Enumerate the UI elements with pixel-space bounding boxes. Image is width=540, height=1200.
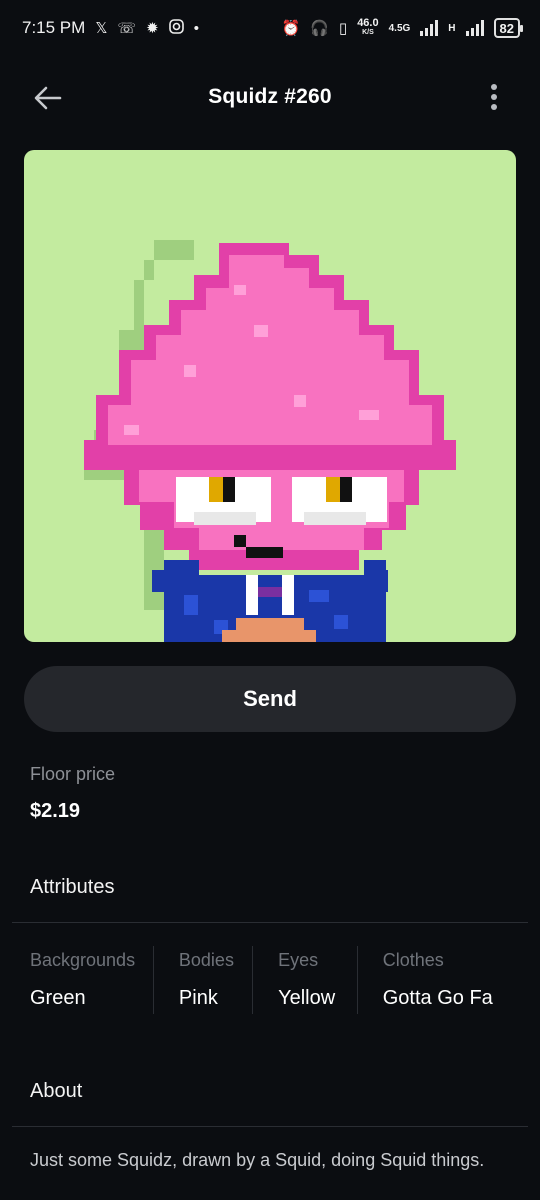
attribute-label: Eyes xyxy=(278,950,319,970)
attribute-value: Gotta Go Fa xyxy=(382,987,493,1009)
about-description: Just some Squidz, drawn by a Squid, doin… xyxy=(30,1150,485,1170)
attributes-list[interactable]: Backgrounds Green Bodies Pink Eyes Yello… xyxy=(0,946,540,1016)
attribute-label: Backgrounds xyxy=(30,950,136,970)
alarm-icon: ⏰ xyxy=(281,19,301,37)
battery-saver-icon: ▯ xyxy=(338,19,348,37)
network-type: 4.5G xyxy=(388,22,411,34)
headphones-icon: 🎧 xyxy=(310,19,329,37)
attribute-value: Green xyxy=(30,987,86,1009)
battery-level: 82 xyxy=(499,20,514,36)
attribute-label: Clothes xyxy=(382,950,444,970)
attribute-clothes[interactable]: Clothes Gotta Go Fa xyxy=(356,946,540,1014)
net-speed-unit: K/S xyxy=(362,29,374,36)
attribute-eyes[interactable]: Eyes Yellow xyxy=(252,946,357,1014)
attribute-label: Bodies xyxy=(178,950,234,970)
status-bar: 7:15 PM 𝕏 ☏ ✹ • ⏰ 🎧 ▯ 46.0 K/S 4.5G H 82 xyxy=(0,0,540,56)
arrow-left-icon xyxy=(34,86,62,110)
signal2-icon xyxy=(465,20,484,36)
signal-icon xyxy=(420,20,439,36)
attributes-divider xyxy=(12,922,528,923)
dot-icon: • xyxy=(193,19,200,37)
squid-pixel-art xyxy=(84,240,456,642)
back-button[interactable] xyxy=(30,80,66,116)
status-left: 7:15 PM 𝕏 ☏ ✹ • xyxy=(22,18,199,38)
attributes-title: Attributes xyxy=(30,876,115,898)
clock: 7:15 PM xyxy=(22,18,86,37)
instagram-icon xyxy=(168,19,184,37)
status-right: ⏰ 🎧 ▯ 46.0 K/S 4.5G H 82 xyxy=(281,18,524,38)
attribute-bodies[interactable]: Bodies Pink xyxy=(152,946,252,1014)
top-app-bar: Squidz #260 xyxy=(0,62,540,132)
send-button[interactable]: Send xyxy=(24,666,516,732)
nft-image[interactable] xyxy=(24,150,516,642)
attribute-value: Yellow xyxy=(278,987,336,1009)
more-vert-icon xyxy=(491,84,497,90)
attribute-backgrounds[interactable]: Backgrounds Green xyxy=(0,946,153,1014)
about-divider xyxy=(12,1126,528,1127)
floor-price-value: $2.19 xyxy=(30,800,81,822)
more-options-button[interactable] xyxy=(484,82,504,112)
battery-icon: 82 xyxy=(493,18,524,38)
signal2-type: H xyxy=(448,22,456,34)
floor-price-label: Floor price xyxy=(30,764,116,784)
attribute-value: Pink xyxy=(178,987,218,1009)
missed-call-icon: ☏ xyxy=(117,19,137,37)
net-speed-value: 46.0 xyxy=(357,17,379,29)
page-title: Squidz #260 xyxy=(208,85,332,108)
about-title: About xyxy=(30,1080,83,1102)
x-logo-icon: 𝕏 xyxy=(95,19,108,37)
settings-gear-icon: ✹ xyxy=(146,19,159,37)
network-speed: 46.0 K/S xyxy=(357,18,378,38)
